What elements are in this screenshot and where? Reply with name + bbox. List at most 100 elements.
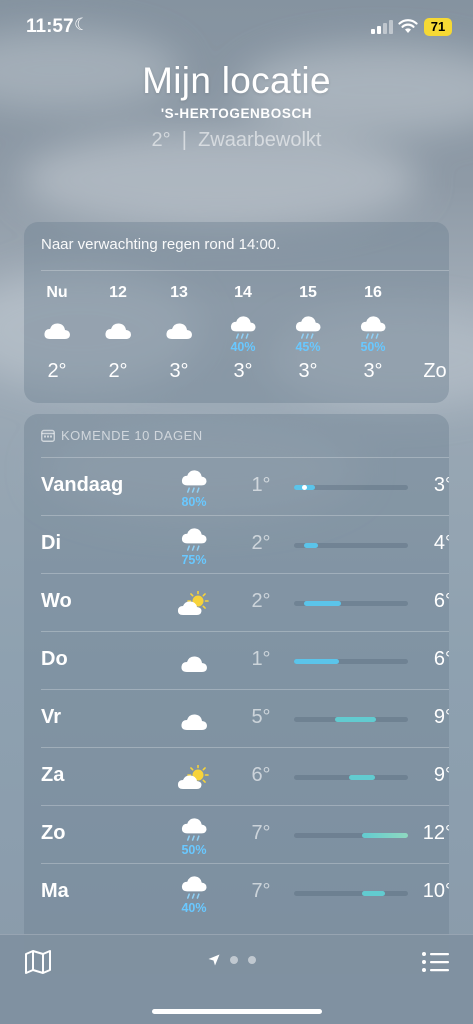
day-high-temp: 9° xyxy=(433,706,449,728)
daily-row[interactable]: Vandaag 80% 1° 3° xyxy=(41,457,449,515)
location-arrow-icon xyxy=(208,954,220,966)
daily-forecast-card[interactable]: KOMENDE 10 DAGEN Vandaag 80% 1° 3° Di 75% 2° 4°… xyxy=(24,414,449,974)
hour-temp: 3° xyxy=(233,360,253,382)
cloud-icon xyxy=(154,312,204,340)
daily-row[interactable]: Za 6° 9° xyxy=(41,747,449,805)
hourly-forecast-card[interactable]: Naar verwachting regen rond 14:00. Nu 2° 1… xyxy=(24,222,449,403)
rain-cloud-icon: 40% xyxy=(169,870,219,918)
temp-range-fill xyxy=(335,717,376,722)
hourly-item: 15 45% 3° xyxy=(283,284,333,383)
rain-cloud-icon: 75% xyxy=(169,522,219,570)
day-precip: 75% xyxy=(181,552,207,567)
day-low-temp: 2° xyxy=(251,532,271,554)
day-label: Ma xyxy=(41,880,69,902)
home-indicator[interactable] xyxy=(152,1009,322,1014)
hour-label xyxy=(410,284,449,306)
day-high-temp: 10° xyxy=(422,880,449,902)
wifi-icon xyxy=(398,19,418,33)
page-dot[interactable] xyxy=(230,956,238,964)
day-precip: 40% xyxy=(181,900,207,915)
daily-row[interactable]: Zo 50% 7° 12° xyxy=(41,805,449,863)
cloud-icon xyxy=(169,638,219,686)
current-conditions: 2° | Zwaarbewolkt xyxy=(0,129,473,152)
day-high-temp: 12° xyxy=(422,822,449,844)
hour-precip xyxy=(410,340,449,354)
current-temp: 2° xyxy=(151,129,171,151)
hour-precip xyxy=(32,340,82,354)
day-low-temp: 5° xyxy=(251,706,271,728)
list-icon[interactable] xyxy=(421,950,449,974)
current-separator: | xyxy=(181,129,187,151)
day-label: Wo xyxy=(41,590,72,612)
temp-range-fill xyxy=(294,659,339,664)
rain-cloud-icon: 80% xyxy=(169,464,219,512)
hour-temp: 3° xyxy=(169,360,189,382)
hour-precip xyxy=(154,340,204,354)
day-high-temp: 9° xyxy=(433,764,449,786)
hourly-divider xyxy=(41,270,449,271)
hourly-item: Nu 2° xyxy=(32,284,82,383)
hour-temp: Zo xyxy=(423,360,447,382)
hour-label: 12 xyxy=(109,284,127,301)
hourly-item: Zo xyxy=(410,284,449,383)
hourly-item: 14 40% 3° xyxy=(218,284,268,383)
location-title: Mijn locatie xyxy=(142,60,331,101)
hour-label: Nu xyxy=(46,284,68,301)
status-time: 11:57 xyxy=(26,16,74,37)
hour-temp: 3° xyxy=(298,360,318,382)
daily-row[interactable]: Di 75% 2° 4° xyxy=(41,515,449,573)
rain-cloud-icon xyxy=(348,312,398,340)
page-dot[interactable] xyxy=(248,956,256,964)
current-temp-dot xyxy=(301,485,307,490)
daily-row[interactable]: Vr 5° 9° xyxy=(41,689,449,747)
rain-cloud-icon xyxy=(218,312,268,340)
day-low-temp: 2° xyxy=(251,590,271,612)
temp-range-bar xyxy=(294,717,408,722)
map-icon[interactable] xyxy=(24,949,52,975)
temp-range-bar xyxy=(294,659,408,664)
hour-label: 16 xyxy=(364,284,382,301)
daily-header: KOMENDE 10 DAGEN xyxy=(41,428,203,443)
day-label: Za xyxy=(41,764,65,786)
day-precip: 80% xyxy=(181,494,207,509)
day-label: Di xyxy=(41,532,61,554)
cellular-signal-icon xyxy=(371,20,393,34)
day-label: Vandaag xyxy=(41,474,124,496)
rain-cloud-icon xyxy=(283,312,333,340)
day-low-temp: 7° xyxy=(251,880,271,902)
location-header: Mijn locatie 'S-HERTOGENBOSCH 2° | Zwaar… xyxy=(0,60,473,152)
temp-range-bar xyxy=(294,543,408,548)
hour-temp: 2° xyxy=(47,360,67,382)
daily-row[interactable]: Ma 40% 7° 10° xyxy=(41,863,449,921)
temp-range-fill xyxy=(348,775,375,780)
partly-cloudy-icon xyxy=(169,580,219,628)
day-high-temp: 6° xyxy=(433,590,449,612)
day-low-temp: 6° xyxy=(251,764,271,786)
current-condition: Zwaarbewolkt xyxy=(198,129,322,151)
bottom-toolbar xyxy=(0,934,473,1024)
temp-range-fill xyxy=(362,891,386,896)
hour-temp: 3° xyxy=(363,360,383,382)
day-low-temp: 1° xyxy=(251,474,271,496)
hourly-item: 16 50% 3° xyxy=(348,284,398,383)
temp-range-bar xyxy=(294,485,408,490)
location-city: 'S-HERTOGENBOSCH xyxy=(160,106,313,121)
day-high-temp: 6° xyxy=(433,648,449,670)
page-indicator[interactable] xyxy=(208,954,256,966)
day-low-temp: 1° xyxy=(251,648,271,670)
day-label: Do xyxy=(41,648,68,670)
hour-label: 15 xyxy=(299,284,317,301)
daily-row[interactable]: Wo 2° 6° xyxy=(41,573,449,631)
calendar-icon xyxy=(41,429,55,442)
hourly-item: 13 3° xyxy=(154,284,204,383)
temp-range-fill xyxy=(304,543,318,548)
temp-range-bar xyxy=(294,775,408,780)
hour-precip: 50% xyxy=(360,340,386,354)
weather-icon xyxy=(410,312,449,340)
cloud-icon xyxy=(32,312,82,340)
temp-range-bar xyxy=(294,891,408,896)
daily-row[interactable]: Do 1° 6° xyxy=(41,631,449,689)
cloud-icon xyxy=(93,312,143,340)
day-high-temp: 4° xyxy=(433,532,449,554)
day-high-temp: 3° xyxy=(433,474,449,496)
